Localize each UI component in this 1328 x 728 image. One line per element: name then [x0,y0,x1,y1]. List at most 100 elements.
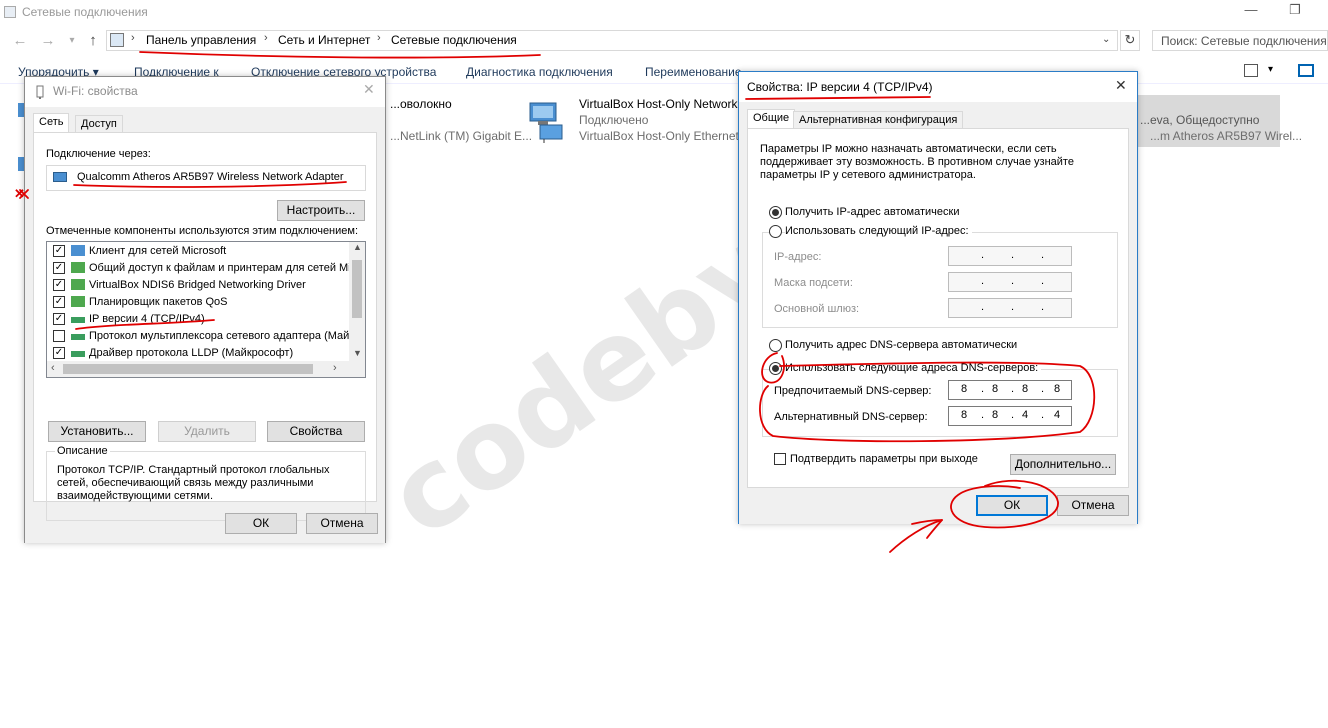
dns-octet[interactable]: 8 [983,383,1007,395]
close-icon[interactable]: ✕ [1115,77,1127,94]
adapter-field: Qualcomm Atheros AR5B97 Wireless Network… [46,165,366,191]
breadcrumb-network-internet[interactable]: Сеть и Интернет [278,33,370,47]
dns-manual-label[interactable]: Использовать следующие адреса DNS-сервер… [785,362,1042,374]
minimize-icon[interactable]: — [1236,2,1266,22]
close-icon[interactable]: ✕ [363,81,375,98]
breadcrumb-network-connections[interactable]: Сетевые подключения [391,33,517,47]
dns-auto-radio[interactable] [769,339,782,352]
list-item[interactable]: ✓ Общий доступ к файлам и принтерам для … [53,260,351,277]
cancel-button[interactable]: Отмена [306,513,378,534]
network-adapter-icon [53,172,67,182]
scroll-down-icon[interactable]: ▼ [353,348,362,358]
dns-octet[interactable]: 8 [983,409,1007,421]
dns-auto-label[interactable]: Получить адрес DNS-сервера автоматически [785,339,1017,351]
scroll-left-icon[interactable]: ‹ [51,362,55,374]
preview-pane-icon[interactable] [1298,64,1314,77]
dns-manual-radio[interactable] [769,362,782,375]
list-item[interactable]: ✓ Планировщик пакетов QoS [53,294,351,311]
list-item[interactable]: ✓ Клиент для сетей Microsoft [53,243,351,260]
refresh-icon[interactable]: ↻ [1120,30,1140,51]
network-client-icon [71,245,85,256]
description-group: Описание Протокол TCP/IP. Стандартный пр… [46,445,366,521]
component-name: Драйвер протокола LLDP (Майкрософт) [89,347,294,359]
ok-button[interactable]: ОК [225,513,297,534]
components-list[interactable]: ✓ Клиент для сетей Microsoft ✓ Общий дос… [46,241,366,378]
network-service-icon [71,296,85,307]
list-item[interactable]: ✓ IP версии 4 (TCP/IPv4) [53,311,351,328]
recent-chevron-icon[interactable]: ▾ [62,31,82,51]
rename-command[interactable]: Переименование [645,65,742,79]
network-adapter-icon [529,102,563,143]
up-arrow-icon[interactable]: ↑ [83,31,103,51]
vertical-scrollbar[interactable]: ▲ ▼ [349,242,365,361]
ip-manual-label[interactable]: Использовать следующий IP-адрес: [785,225,972,237]
view-dropdown-icon[interactable]: ▾ [1268,64,1273,75]
dialog-title-bar: Свойства: IP версии 4 (TCP/IPv4) ✕ [739,72,1137,102]
ip-auto-radio[interactable] [769,206,782,219]
properties-button[interactable]: Свойства [267,421,365,442]
horizontal-scrollbar[interactable]: ‹ › [47,361,365,377]
diagnose-command[interactable]: Диагностика подключения [466,65,613,79]
component-checkbox[interactable] [53,330,65,342]
dns-octet[interactable]: 8 [952,409,976,421]
tab-sharing[interactable]: Доступ [75,115,123,133]
network-service-icon [71,262,85,273]
validate-label[interactable]: Подтвердить параметры при выходе [790,453,978,465]
view-options-icon[interactable] [1244,64,1258,77]
list-item[interactable]: ✓ VirtualBox NDIS6 Bridged Networking Dr… [53,277,351,294]
list-item[interactable]: ✓ Драйвер протокола LLDP (Майкрософт) [53,345,351,362]
component-checkbox[interactable]: ✓ [53,313,65,325]
dns-octet[interactable]: 4 [1013,409,1037,421]
tab-general[interactable]: Общие [747,109,796,129]
description-text: Протокол TCP/IP. Стандартный протокол гл… [57,464,330,502]
remove-button: Удалить [158,421,256,442]
tab-network[interactable]: Сеть [33,113,70,133]
network-item-status: Подключено [579,113,649,127]
component-checkbox[interactable]: ✓ [53,296,65,308]
ip-auto-label[interactable]: Получить IP-адрес автоматически [785,206,959,218]
dns-octet[interactable]: 8 [1045,383,1069,395]
address-dropdown-icon[interactable]: ⌄ [1102,34,1110,45]
back-arrow-icon[interactable]: ← [10,31,30,51]
ip-manual-radio[interactable] [769,225,782,238]
address-bar[interactable]: › Панель управления › Сеть и Интернет › … [106,30,1118,51]
tab-alternate-config[interactable]: Альтернативная конфигурация [793,111,964,129]
network-item-wifi[interactable]: ...eva, Общедоступно ...m Atheros AR5B97… [1138,95,1302,147]
scrollbar-thumb[interactable] [352,260,362,318]
cancel-button[interactable]: Отмена [1057,495,1129,516]
forward-arrow-icon[interactable]: → [38,31,58,51]
connect-via-label: Подключение через: [46,148,151,160]
validate-checkbox[interactable] [774,453,786,465]
adapter-name: Qualcomm Atheros AR5B97 Wireless Network… [77,171,344,183]
component-name: IP версии 4 (TCP/IPv4) [89,313,205,325]
preferred-dns-field[interactable]: 8 . 8 . 8 . 8 [948,380,1072,400]
navigation-row: ← → ▾ ↑ › Панель управления › Сеть и Инт… [0,28,1328,54]
dns-octet[interactable]: 4 [1045,409,1069,421]
alternate-dns-field[interactable]: 8 . 8 . 4 . 4 [948,406,1072,426]
breadcrumb-control-panel[interactable]: Панель управления [146,33,256,47]
ip-address-field: ... [948,246,1072,266]
dns-octet[interactable]: 8 [952,383,976,395]
network-item-adapter: ...NetLink (TM) Gigabit E... [390,129,533,143]
protocol-icon [71,351,85,357]
protocol-icon [71,317,85,323]
configure-button[interactable]: Настроить... [277,200,365,221]
scroll-right-icon[interactable]: › [333,362,337,374]
restore-icon[interactable]: ❐ [1280,2,1310,22]
component-checkbox[interactable]: ✓ [53,245,65,257]
scrollbar-thumb[interactable] [63,364,313,374]
dns-octet[interactable]: 8 [1013,383,1037,395]
ok-button[interactable]: ОК [976,495,1048,516]
component-checkbox[interactable]: ✓ [53,262,65,274]
breadcrumb-separator: › [377,32,381,44]
component-checkbox[interactable]: ✓ [53,279,65,291]
network-item-ethernet[interactable]: ...оволокно ...NetLink (TM) Gigabit E... [390,97,532,143]
gateway-label: Основной шлюз: [774,303,860,315]
search-input[interactable]: Поиск: Сетевые подключения [1152,30,1328,51]
component-checkbox[interactable]: ✓ [53,347,65,359]
advanced-button[interactable]: Дополнительно... [1010,454,1116,475]
scroll-up-icon[interactable]: ▲ [353,242,362,252]
install-button[interactable]: Установить... [48,421,146,442]
list-item[interactable]: Протокол мультиплексора сетевого адаптер… [53,328,351,345]
arrow-shaft [889,519,943,553]
